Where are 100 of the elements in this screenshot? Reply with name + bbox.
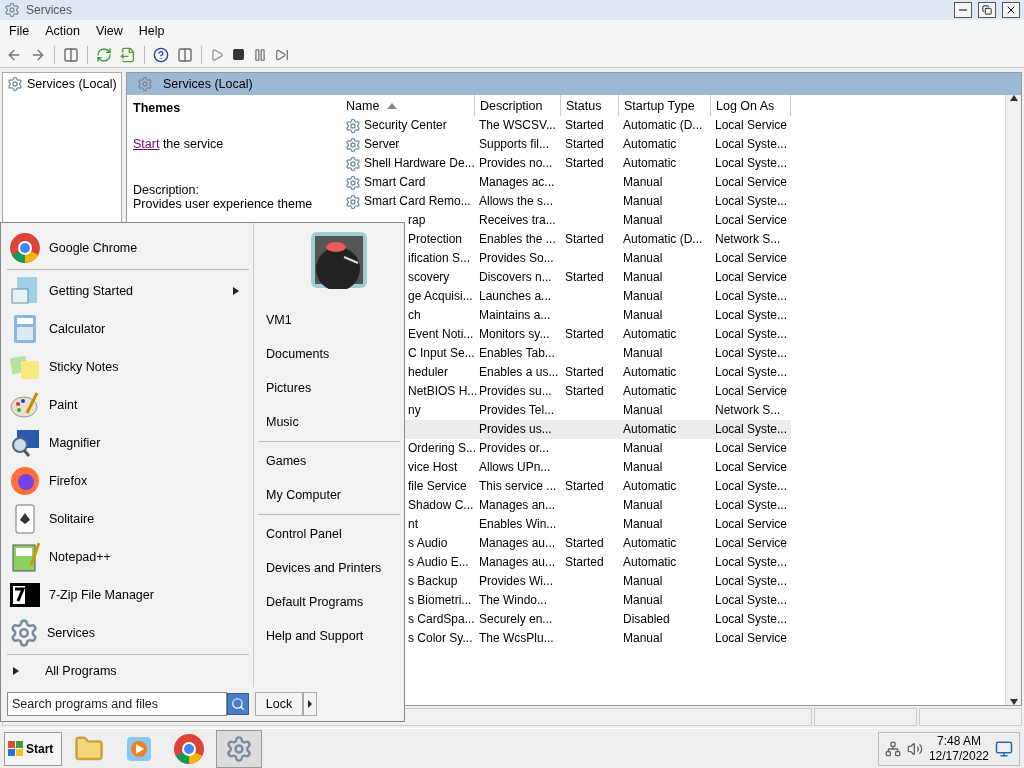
lock-options-button[interactable] [303, 692, 317, 716]
menu-item[interactable]: View [88, 22, 130, 40]
program-item[interactable]: Google Chrome [49, 241, 249, 255]
description-label: Description: [133, 183, 200, 197]
table-cell: Manages ac... [479, 175, 555, 190]
column-header[interactable]: Description [475, 95, 561, 116]
table-row[interactable]: Smart Card Manages ac... Manual Local Service [341, 173, 791, 192]
table-cell: Automatic [623, 479, 677, 494]
program-item[interactable]: Paint [49, 398, 249, 412]
table-cell: Local Service [715, 536, 788, 551]
menu-item[interactable]: File [2, 22, 37, 40]
table-cell: Manages an... [479, 498, 556, 513]
caret-icon [308, 700, 312, 708]
table-cell: Provides su... [479, 384, 552, 399]
menu-item[interactable]: Help [131, 22, 172, 40]
table-cell: Started [565, 156, 604, 171]
table-cell: s Biometri... [408, 593, 472, 608]
program-item[interactable]: Solitaire [49, 512, 249, 526]
table-cell: Started [565, 479, 604, 494]
program-item[interactable]: Calculator [49, 322, 249, 336]
table-cell: Started [565, 232, 604, 247]
start-button[interactable]: Start [4, 731, 62, 766]
menu-link[interactable]: VM1 [258, 303, 400, 337]
service-name: Themes [133, 101, 182, 115]
table-cell: Local Syste... [715, 479, 788, 494]
table-row[interactable]: Smart Card Remo... Allows the s... Manual Local Syste... [341, 192, 791, 211]
gear-icon [7, 76, 23, 92]
table-cell: Server [364, 137, 400, 152]
show-desktop-icon[interactable] [995, 739, 1013, 758]
menu-link[interactable]: Documents [258, 337, 400, 371]
menu-item[interactable]: Action [38, 22, 87, 40]
program-item[interactable]: Firefox [49, 474, 249, 488]
program-item[interactable]: Notepad++ [49, 550, 249, 564]
submenu-arrow-icon [233, 287, 239, 295]
table-cell: Local Syste... [715, 422, 788, 437]
table-cell: Provides no... [479, 156, 553, 171]
all-programs-item[interactable]: All Programs [45, 664, 117, 678]
table-row[interactable]: rap Receives tra... Manual Local Service [341, 211, 791, 230]
expand-arrow-icon [13, 667, 19, 675]
tree-item[interactable]: Services (Local) [27, 77, 117, 91]
table-cell: Maintains a... [479, 308, 551, 323]
menu-link[interactable]: Games [258, 444, 400, 478]
minimize-button[interactable] [954, 2, 972, 18]
restore-button[interactable] [978, 2, 996, 18]
table-cell: s Backup [408, 574, 458, 589]
table-cell: Local Syste... [715, 555, 788, 570]
start-link[interactable]: Start [133, 137, 160, 151]
column-header[interactable]: Status [561, 95, 619, 116]
table-cell: Automatic (D... [623, 118, 703, 133]
table-cell: Provides us... [479, 422, 552, 437]
table-cell: Manual [623, 593, 663, 608]
table-cell: Discovers n... [479, 270, 552, 285]
menu-link[interactable]: Control Panel [258, 517, 400, 551]
volume-icon[interactable] [906, 740, 923, 757]
table-cell: Manual [623, 441, 663, 456]
stop-button[interactable] [230, 46, 247, 63]
menu-link[interactable]: Pictures [258, 371, 400, 405]
table-cell: Launches a... [479, 289, 552, 304]
column-header[interactable]: Log On As [711, 95, 791, 116]
table-cell: ch [408, 308, 421, 323]
network-icon[interactable] [884, 740, 901, 757]
table-cell: s Color Sy... [408, 631, 473, 646]
table-cell: Local Service [715, 270, 788, 285]
table-cell: Manual [623, 251, 663, 266]
chrome-icon [173, 732, 205, 765]
program-item[interactable]: Magnifier [49, 436, 249, 450]
table-row[interactable]: Shell Hardware De... Provides no... Started Automatic Local Syste... [341, 154, 791, 173]
table-cell: Manages au... [479, 536, 556, 551]
taskbar-app[interactable] [216, 729, 262, 768]
table-cell: Started [565, 270, 604, 285]
menu-link[interactable]: Help and Support [258, 619, 400, 653]
table-cell: Automatic (D... [623, 232, 703, 247]
program-item[interactable]: Sticky Notes [49, 360, 249, 374]
scrollbar[interactable] [1005, 95, 1021, 705]
table-cell: Local Syste... [715, 346, 788, 361]
menu-link[interactable]: Devices and Printers [258, 551, 400, 585]
search-field[interactable]: Search programs and files [7, 692, 227, 716]
table-cell: Allows the s... [479, 194, 554, 209]
program-item[interactable]: Services [47, 626, 249, 640]
program-item[interactable]: 7-Zip File Manager [49, 588, 249, 602]
table-cell: Smart Card Remo... [364, 194, 471, 209]
table-row[interactable]: Security Center The WSCSV... Started Automatic (D... Local Service [341, 116, 791, 135]
gear-icon [4, 2, 20, 18]
program-item[interactable]: Getting Started [49, 284, 225, 298]
close-button[interactable] [1002, 2, 1020, 18]
table-cell: Local Service [715, 213, 788, 228]
column-header[interactable]: Startup Type [619, 95, 711, 116]
search-button[interactable] [227, 693, 249, 715]
table-cell: Local Syste... [715, 289, 788, 304]
scroll-down-icon[interactable] [1009, 699, 1018, 705]
table-cell: ny [408, 403, 421, 418]
column-header[interactable]: Name [341, 95, 475, 116]
table-cell: Local Syste... [715, 194, 788, 209]
table-row[interactable]: Server Supports fil... Started Automatic Local Syste... [341, 135, 791, 154]
lock-button[interactable]: Lock [255, 692, 303, 716]
menu-link[interactable]: My Computer [258, 478, 400, 512]
table-cell: vice Host [408, 460, 458, 475]
menu-link[interactable]: Default Programs [258, 585, 400, 619]
table-cell: Security Center [364, 118, 447, 133]
table-cell: Local Service [715, 175, 788, 190]
